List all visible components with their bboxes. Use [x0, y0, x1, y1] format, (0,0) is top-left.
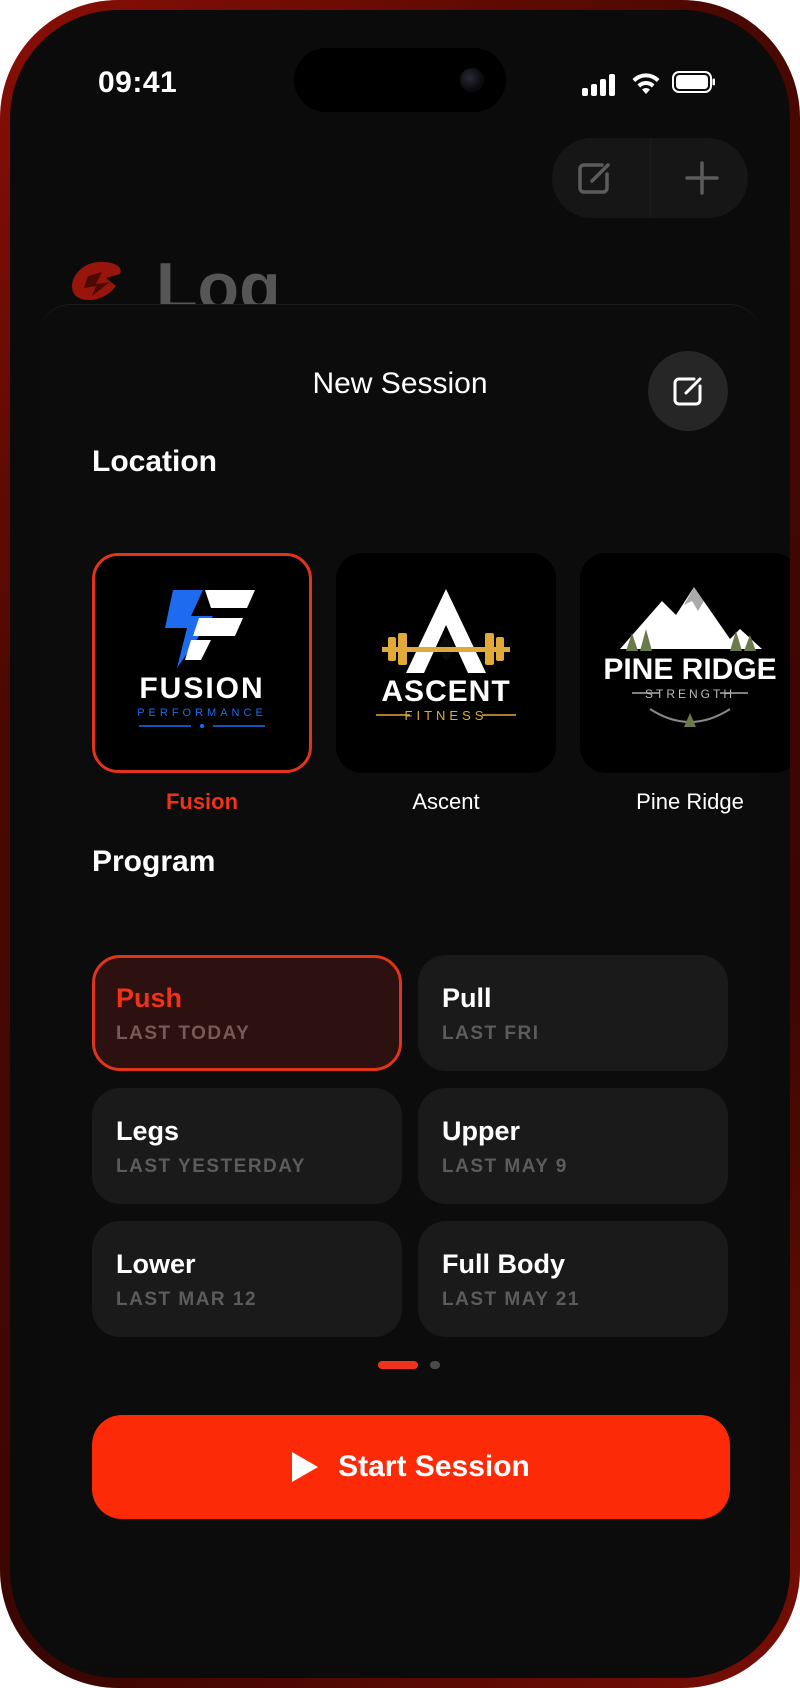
program-last: LAST YESTERDAY — [116, 1156, 306, 1177]
signal-icon — [582, 72, 620, 96]
toolbar-divider — [650, 138, 651, 218]
program-card-legs[interactable]: Legs LAST YESTERDAY — [92, 1088, 402, 1204]
page-dot-active[interactable] — [378, 1361, 418, 1369]
location-card-pine-ridge[interactable]: PINE RIDGE STRENGTH — [580, 553, 790, 773]
location-label-pine-ridge: Pine Ridge — [636, 789, 744, 814]
fusion-logo: FUSION PERFORMANCE — [137, 590, 267, 728]
program-card-full-body[interactable]: Full Body LAST MAY 21 — [418, 1221, 728, 1337]
program-name: Full Body — [442, 1249, 565, 1279]
start-session-label: Start Session — [338, 1450, 530, 1483]
start-session-button[interactable]: Start Session — [92, 1415, 730, 1519]
program-name: Lower — [116, 1249, 196, 1279]
program-last: LAST TODAY — [116, 1023, 251, 1044]
location-heading: Location — [92, 445, 217, 478]
background-header: Log — [66, 250, 566, 306]
program-card-push[interactable]: Push LAST TODAY — [92, 955, 402, 1071]
background-toolbar — [552, 138, 748, 218]
program-name: Pull — [442, 983, 492, 1013]
program-last: LAST MAY 21 — [442, 1289, 580, 1310]
program-name: Push — [116, 983, 183, 1013]
screen: 09:41 Log New Session Location FUSION PE… — [10, 10, 790, 1678]
location-label-ascent: Ascent — [412, 789, 480, 814]
svg-text:PINE RIDGE: PINE RIDGE — [603, 653, 776, 686]
new-session-sheet: New Session Location FUSION PERFORMANCE — [40, 304, 790, 1665]
location-card-ascent[interactable]: ASCENT FITNESS — [336, 553, 556, 773]
program-last: LAST FRI — [442, 1023, 540, 1044]
svg-text:PERFORMANCE: PERFORMANCE — [137, 707, 267, 719]
svg-text:ASCENT: ASCENT — [381, 675, 510, 708]
wifi-icon — [632, 73, 660, 94]
background-title: Log — [156, 250, 281, 306]
status-bar: 09:41 — [10, 10, 790, 130]
dynamic-island — [294, 48, 506, 112]
pine-ridge-logo: PINE RIDGE STRENGTH — [603, 587, 777, 727]
program-name: Upper — [442, 1116, 521, 1146]
camera-icon — [460, 68, 484, 92]
battery-icon — [672, 71, 715, 93]
location-label-fusion: Fusion — [165, 789, 239, 814]
play-icon — [292, 1452, 319, 1482]
plus-icon — [685, 161, 719, 195]
edit-button[interactable] — [648, 351, 728, 431]
device-frame: 09:41 Log New Session Location FUSION PE… — [0, 0, 800, 1688]
program-card-upper[interactable]: Upper LAST MAY 9 — [418, 1088, 728, 1204]
program-heading: Program — [92, 845, 216, 878]
page-dot[interactable] — [430, 1361, 440, 1369]
app-logo-icon — [72, 261, 121, 301]
program-card-pull[interactable]: Pull LAST FRI — [418, 955, 728, 1071]
program-name: Legs — [116, 1116, 180, 1146]
ascent-logo: ASCENT FITNESS — [376, 589, 516, 723]
location-card-fusion[interactable]: FUSION PERFORMANCE — [92, 553, 312, 773]
program-last: LAST MAY 9 — [442, 1156, 568, 1177]
status-time: 09:41 — [98, 66, 178, 99]
svg-text:FITNESS: FITNESS — [405, 708, 488, 723]
svg-text:STRENGTH: STRENGTH — [645, 687, 735, 701]
program-card-lower[interactable]: Lower LAST MAR 12 — [92, 1221, 402, 1337]
edit-icon — [578, 163, 610, 194]
svg-text:FUSION: FUSION — [139, 672, 264, 705]
edit-icon — [673, 377, 702, 406]
program-last: LAST MAR 12 — [116, 1289, 258, 1310]
